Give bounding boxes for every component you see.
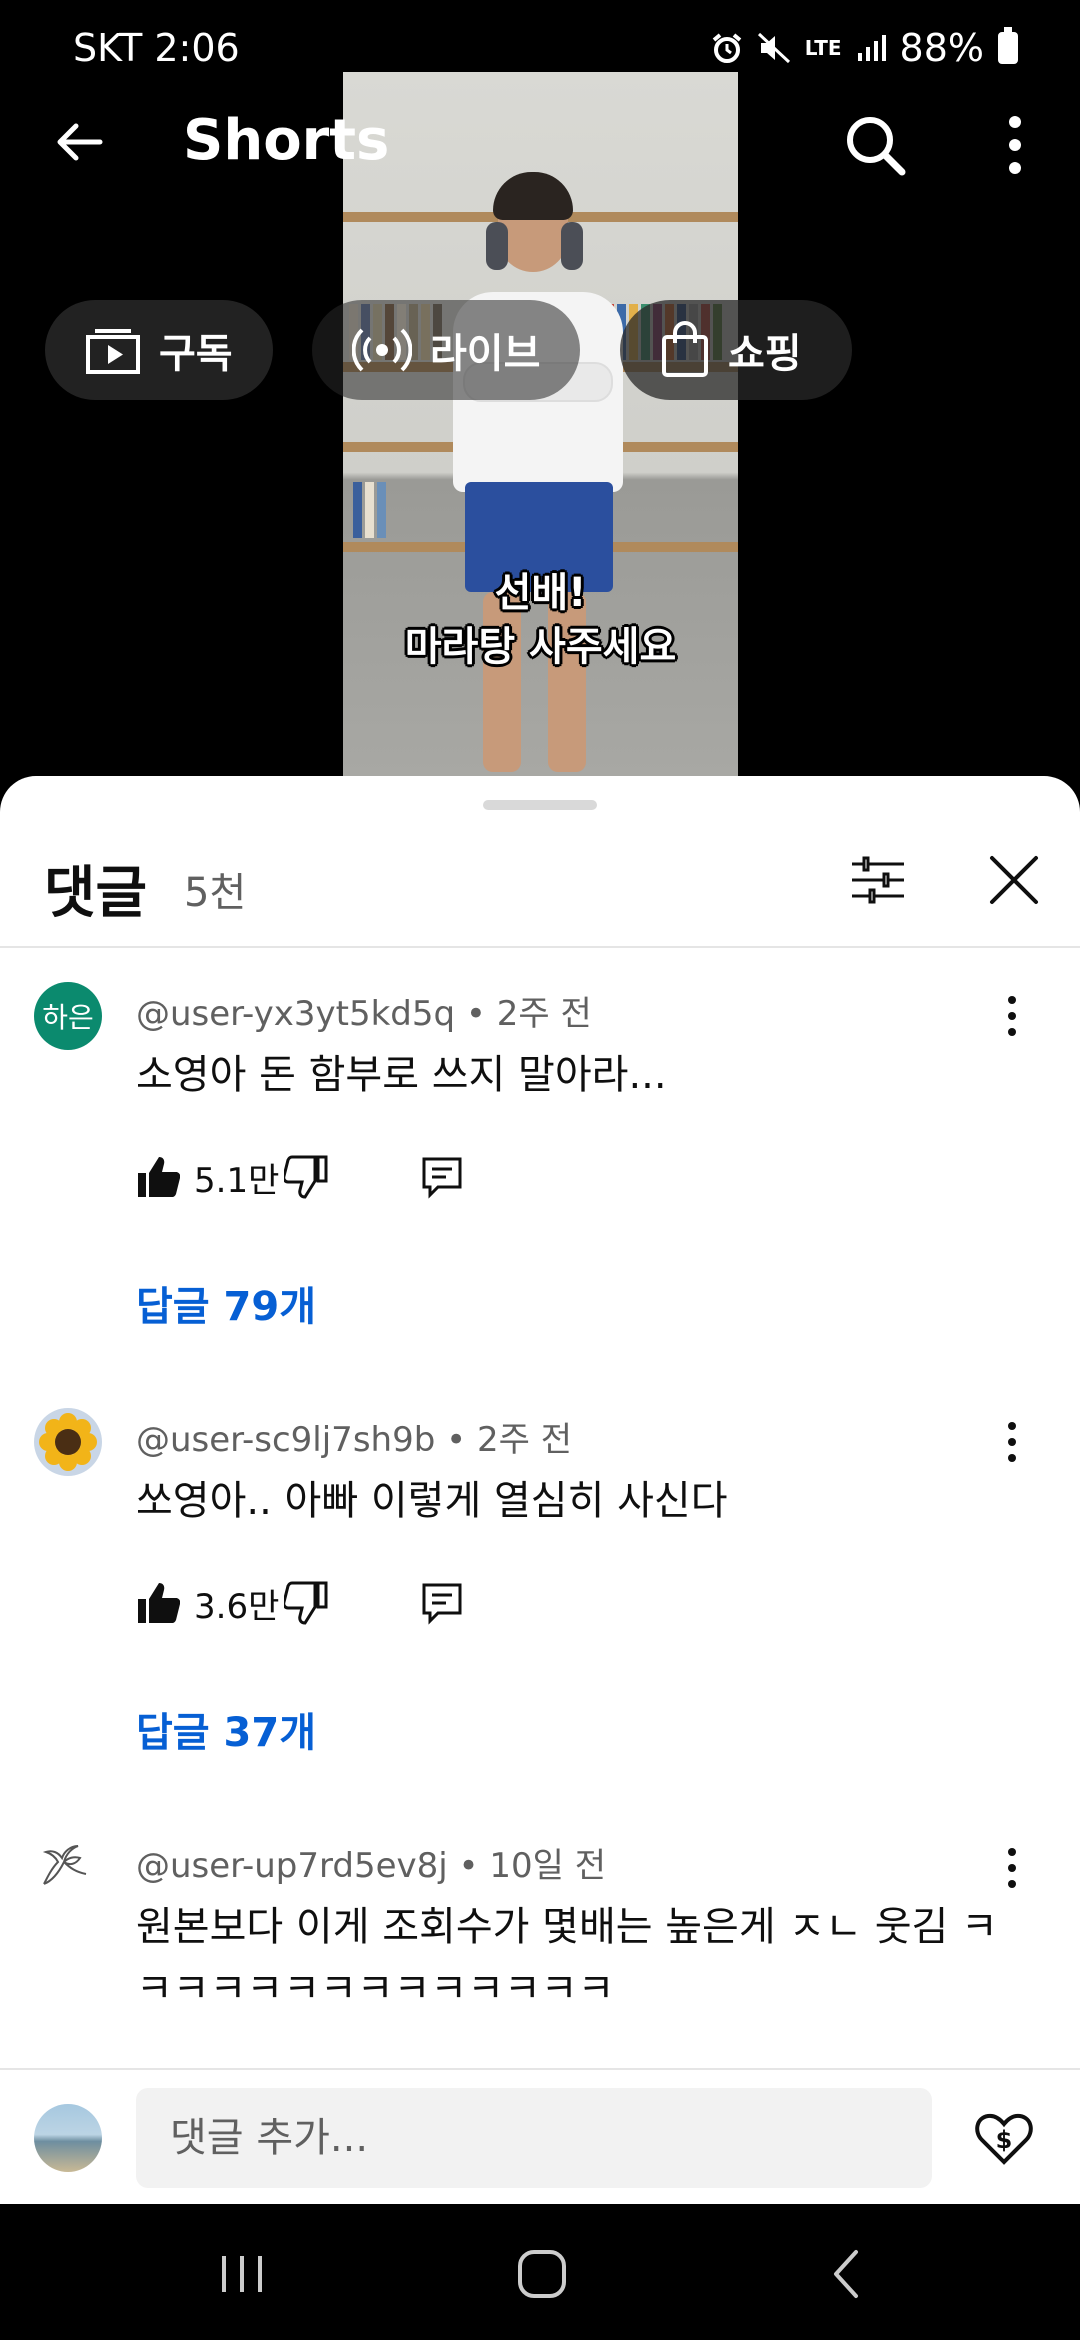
avatar-initials: 하은 — [34, 982, 102, 1050]
chip-shopping[interactable]: 쇼핑 — [620, 300, 852, 400]
back-nav-icon[interactable] — [818, 2244, 878, 2304]
more-options-icon[interactable] — [1000, 110, 1030, 180]
super-thanks-icon[interactable]: $ — [974, 2108, 1034, 2168]
comment-text: 원본보다 이게 조회수가 몇배는 높은게 ㅈㄴ 웃김 ㅋㅋㅋㅋㅋㅋㅋㅋㅋㅋㅋㅋㅋ… — [136, 1904, 998, 2004]
comment-text: 쏘영아.. 아빠 이렇게 열심히 사신다 — [136, 1478, 728, 1524]
headphone — [561, 222, 583, 270]
like-icon[interactable] — [136, 1581, 180, 1625]
status-time: SKT 2:06 — [73, 26, 240, 70]
search-icon[interactable] — [842, 112, 908, 178]
comment-more-icon[interactable] — [1000, 994, 1024, 1038]
comment-age: 2주 전 — [476, 1420, 572, 1460]
chip-label: 라이브 — [430, 331, 541, 377]
drag-handle[interactable] — [483, 800, 597, 810]
flower-sketch-avatar-icon — [34, 1834, 102, 1902]
reply-icon[interactable] — [420, 1155, 464, 1199]
live-icon — [352, 328, 412, 372]
comments-sheet: 댓글 5천 하은 @user-yx3yt5kd5q • 2주 전 소영아 돈 함… — [0, 776, 1080, 2204]
sunflower-avatar-icon — [34, 1408, 102, 1476]
avatar[interactable] — [34, 1408, 102, 1476]
alarm-icon — [712, 33, 742, 63]
back-arrow-icon[interactable] — [50, 112, 110, 172]
reply-icon[interactable] — [420, 1581, 464, 1625]
shopping-bag-icon — [662, 321, 708, 377]
comment-author[interactable]: @user-yx3yt5kd5q — [136, 994, 455, 1034]
network-type: LTE — [804, 36, 842, 60]
comment-actions: 3.6만 — [136, 1578, 464, 1628]
sort-filter-icon[interactable] — [850, 852, 906, 908]
dislike-icon[interactable] — [284, 1155, 328, 1199]
comment-meta: @user-yx3yt5kd5q • 2주 전 — [136, 994, 592, 1034]
comment-meta: @user-sc9lj7sh9b • 2주 전 — [136, 1420, 572, 1460]
page-title: Shorts — [183, 108, 390, 173]
home-icon[interactable] — [512, 2244, 572, 2304]
chip-label: 쇼핑 — [728, 331, 802, 377]
battery-icon — [998, 27, 1018, 64]
status-icons: LTE 88% — [711, 26, 1018, 70]
top-app-bar: Shorts — [0, 100, 1080, 190]
books — [353, 482, 386, 538]
view-replies-link[interactable]: 답글 37개 — [136, 1700, 316, 1758]
dislike-icon[interactable] — [284, 1581, 328, 1625]
like-count: 3.6만 — [194, 1586, 280, 1627]
comment-input[interactable] — [136, 2088, 932, 2188]
close-icon[interactable] — [986, 852, 1042, 908]
my-avatar[interactable] — [34, 2104, 102, 2172]
chip-live[interactable]: 라이브 — [312, 300, 581, 400]
like-count: 5.1만 — [194, 1160, 280, 1201]
comments-title: 댓글 — [44, 861, 148, 926]
battery-percent: 88% — [899, 26, 984, 70]
avatar[interactable] — [34, 1834, 102, 1902]
chip-subscriptions[interactable]: 구독 — [45, 300, 273, 400]
comments-count: 5천 — [184, 870, 247, 916]
comment-author[interactable]: @user-sc9lj7sh9b — [136, 1420, 435, 1460]
headphone — [486, 222, 508, 270]
caption-line: 선배! — [494, 570, 587, 616]
divider — [0, 946, 1080, 948]
view-replies-link[interactable]: 답글 79개 — [136, 1274, 316, 1332]
svg-text:$: $ — [996, 2126, 1013, 2154]
comment-more-icon[interactable] — [1000, 1846, 1024, 1890]
comment-meta: @user-up7rd5ev8j • 10일 전 — [136, 1846, 607, 1886]
recent-apps-icon[interactable] — [212, 2244, 272, 2304]
comment-age: 10일 전 — [489, 1846, 607, 1886]
comment-author[interactable]: @user-up7rd5ev8j — [136, 1846, 448, 1886]
signal-icon — [857, 35, 886, 61]
comment-more-icon[interactable] — [1000, 1420, 1024, 1464]
video-caption: 선배! 마라탕 사주세요 — [343, 566, 738, 674]
comment-actions: 5.1만 — [136, 1152, 464, 1202]
like-icon[interactable] — [136, 1155, 180, 1199]
add-comment-bar: $ — [0, 2068, 1080, 2204]
caption-line: 마라탕 사주세요 — [404, 624, 677, 670]
subscriptions-icon — [86, 329, 140, 374]
chip-label: 구독 — [159, 331, 233, 377]
mute-icon — [757, 32, 790, 64]
system-nav-bar — [0, 2204, 1080, 2340]
avatar[interactable]: 하은 — [34, 982, 102, 1050]
comment-age: 2주 전 — [496, 994, 592, 1034]
comment-text: 소영아 돈 함부로 쓰지 말아라... — [136, 1052, 667, 1098]
status-bar: SKT 2:06 LTE 88% — [0, 20, 1080, 80]
